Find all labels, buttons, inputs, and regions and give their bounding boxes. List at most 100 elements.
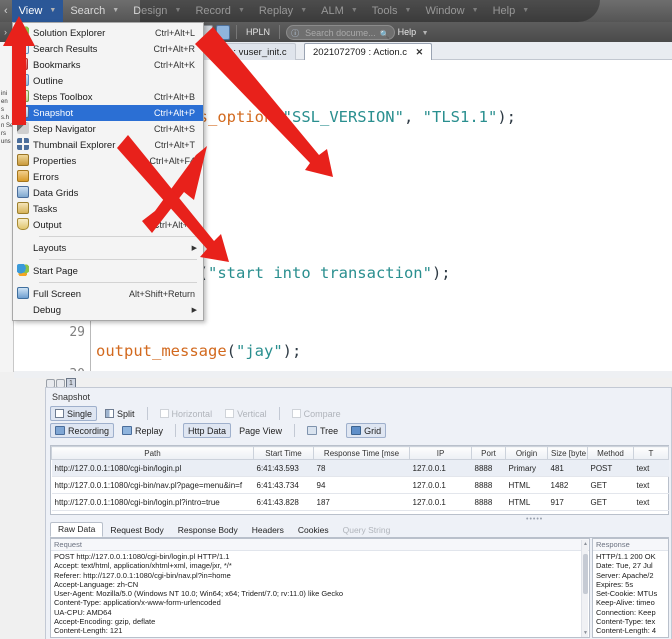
editor-horizontal-scrollbar[interactable] (14, 371, 672, 378)
menu-layouts[interactable]: Layouts ▶ (13, 240, 203, 256)
editor-tab-vuser-init[interactable]: 072709 : vuser_init.c (190, 43, 296, 60)
snapshot-recording-button[interactable]: Recording (50, 423, 115, 438)
snapshot-horizontal-label: Horizontal (171, 408, 213, 419)
snapshot-replay-button[interactable]: Replay (117, 423, 168, 438)
tasks-icon (13, 201, 33, 217)
column-header-origin[interactable]: Origin (505, 446, 548, 460)
menu-full-screen[interactable]: Full Screen Alt+Shift+Return (13, 286, 203, 302)
cell-size: 481 (547, 459, 588, 477)
column-header-size[interactable]: Size [byte (547, 446, 588, 460)
cell-method: GET (587, 493, 634, 511)
search-icon: 🔍 (379, 29, 390, 39)
toolbar-overflow-icon[interactable]: › (2, 27, 9, 37)
help-menu-button[interactable]: Help ▼ (398, 27, 429, 37)
detail-tab-bar: Raw Data Request Body Response Body Head… (50, 522, 669, 538)
menu-item-search[interactable]: Search ▼ (63, 0, 126, 22)
menu-item-label: Search (70, 5, 106, 17)
snapshot-grid-button[interactable]: Grid (346, 423, 387, 438)
menu-item-label: Design (133, 5, 168, 17)
cell-path: http://127.0.0.1:1080/cgi-bin/login.pl?i… (51, 493, 254, 511)
snapshot-tree-button[interactable]: Tree (302, 423, 343, 438)
snapshot-vertical-button[interactable]: Vertical (220, 406, 272, 421)
tab-headers[interactable]: Headers (245, 524, 291, 537)
menu-bookmarks[interactable]: Bookmarks Ctrl+Alt+K (13, 57, 203, 73)
column-header-path[interactable]: Path (51, 446, 254, 460)
editor-tab-action[interactable]: 2021072709 : Action.c ✕ (304, 43, 433, 60)
menu-data-grids[interactable]: Data Grids (13, 185, 203, 201)
table-row[interactable]: http://127.0.0.1:1080/cgi-bin/login.pl 6… (51, 459, 669, 477)
snapshot-panel: Snapshot Single Split Horizontal Vertica… (45, 387, 672, 639)
table-row[interactable]: http://127.0.0.1:1080/cgi-bin/nav.pl?pag… (51, 476, 669, 494)
menu-item-window[interactable]: Window ▼ (418, 0, 485, 22)
close-icon[interactable]: ✕ (416, 47, 424, 57)
menu-item-replay[interactable]: Replay ▼ (252, 0, 314, 22)
menu-errors[interactable]: Errors (13, 169, 203, 185)
menu-overflow-icon[interactable]: ‹ (0, 0, 12, 22)
snapshot-split-button[interactable]: Split (100, 406, 140, 421)
tab-raw-data[interactable]: Raw Data (50, 522, 104, 537)
menu-item-record[interactable]: Record ▼ (188, 0, 251, 22)
menu-search-results[interactable]: Search Results Ctrl+Alt+R (13, 41, 203, 57)
column-header-method[interactable]: Method (587, 446, 634, 460)
tab-response-body[interactable]: Response Body (171, 524, 245, 537)
snapshot-single-label: Single (67, 408, 93, 419)
cell-response-time: 94 (313, 476, 410, 494)
menu-tasks[interactable]: Tasks (13, 201, 203, 217)
request-vertical-scrollbar[interactable]: ▲ ▼ (581, 540, 588, 637)
menu-start-page[interactable]: Start Page (13, 263, 203, 279)
menu-step-navigator[interactable]: Step Navigator Ctrl+Alt+S (13, 121, 203, 137)
snapshot-compare-button[interactable]: Compare (287, 406, 346, 421)
snapshot-pageview-button[interactable]: Page View (234, 423, 287, 438)
grid-horizontal-scrollbar[interactable] (50, 516, 669, 522)
menu-item-help[interactable]: Help ▼ (486, 0, 537, 22)
column-header-start-time[interactable]: Start Time (253, 446, 314, 460)
menu-separator (39, 236, 197, 237)
snapshot-compare-label: Compare (303, 408, 341, 419)
snapshot-httpdata-button[interactable]: Http Data (183, 423, 232, 438)
menu-solution-explorer[interactable]: Solution Explorer Ctrl+Alt+L (13, 25, 203, 41)
hpln-button[interactable]: HPLN (243, 27, 273, 37)
response-line: Set-Cookie: MTUs (596, 589, 658, 599)
menu-item-design[interactable]: Design ▼ (126, 0, 188, 22)
scroll-down-icon[interactable]: ▼ (583, 630, 588, 636)
grid-view-icon (351, 426, 362, 435)
table-row[interactable]: http://127.0.0.1:1080/cgi-bin/login.pl?i… (51, 493, 669, 511)
menu-output[interactable]: Output Ctrl+Alt+O (13, 217, 203, 233)
menu-outline[interactable]: Outline (13, 73, 203, 89)
menu-item-tools[interactable]: Tools ▼ (365, 0, 419, 22)
column-header-response-time[interactable]: Response Time [mse (313, 446, 410, 460)
request-line: Accept: text/html, application/xhtml+xml… (54, 561, 232, 571)
column-header-ip[interactable]: IP (409, 446, 472, 460)
menu-item-view[interactable]: View ▼ (11, 0, 64, 22)
column-header-type[interactable]: T (633, 446, 669, 460)
cell-start-time: 6:41:43.828 (253, 493, 314, 511)
request-pane[interactable]: Request POST http://127.0.0.1:1080/cgi-b… (50, 538, 590, 638)
submenu-arrow-icon: ▶ (191, 307, 197, 314)
http-data-grid[interactable]: Path Start Time Response Time [mse IP Po… (50, 445, 669, 515)
help-circle-icon: ⓘ (291, 28, 300, 38)
menu-debug[interactable]: Debug ▶ (13, 302, 203, 318)
response-pane-header: Response (593, 539, 668, 551)
toolbar-separator (175, 424, 177, 437)
tab-cookies[interactable]: Cookies (291, 524, 336, 537)
tab-query-string[interactable]: Query String (336, 524, 398, 537)
tab-request-body[interactable]: Request Body (103, 524, 170, 537)
request-line: User-Agent: Mozilla/5.0 (Windows NT 10.0… (54, 589, 344, 599)
scrollbar-thumb[interactable] (583, 554, 588, 594)
column-header-port[interactable]: Port (471, 446, 506, 460)
menu-item-alm[interactable]: ALM ▼ (314, 0, 365, 22)
cell-method: POST (587, 459, 634, 477)
menu-thumbnail-explorer[interactable]: Thumbnail Explorer Ctrl+Alt+T (13, 137, 203, 153)
snapshot-horizontal-button[interactable]: Horizontal (155, 406, 218, 421)
cell-path: http://127.0.0.1:1080/cgi-bin/nav.pl?pag… (51, 476, 254, 494)
menu-item-label: Full Screen (33, 288, 82, 300)
menu-properties[interactable]: Properties Ctrl+Alt+F4 (13, 153, 203, 169)
resize-grip-icon[interactable]: ••••• (526, 516, 543, 523)
copy-icon[interactable] (216, 24, 231, 40)
response-pane[interactable]: Response HTTP/1.1 200 OK Date: Tue, 27 J… (592, 538, 669, 638)
scroll-up-icon[interactable]: ▲ (583, 541, 588, 547)
search-documentation-input[interactable]: ⓘ Search docume... 🔍 (286, 24, 395, 40)
menu-steps-toolbox[interactable]: Steps Toolbox Ctrl+Alt+B (13, 89, 203, 105)
menu-snapshot[interactable]: Snapshot Ctrl+Alt+P (13, 105, 203, 121)
snapshot-single-button[interactable]: Single (50, 406, 98, 421)
